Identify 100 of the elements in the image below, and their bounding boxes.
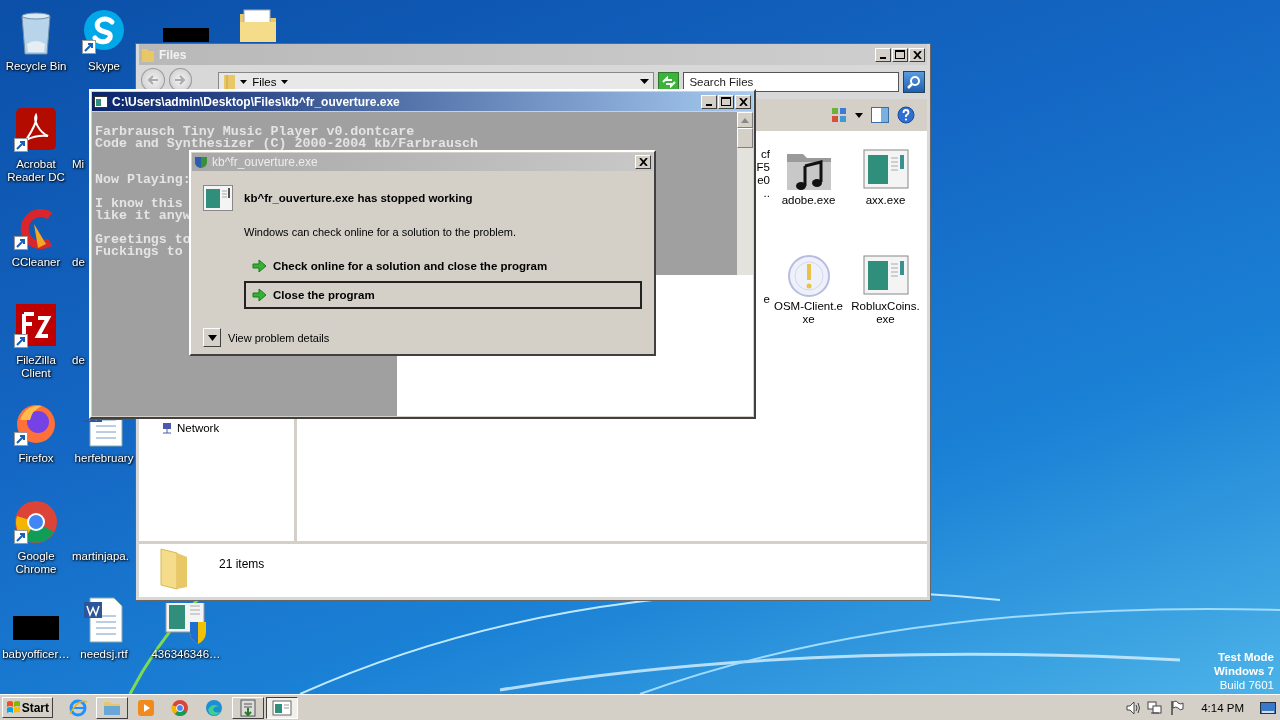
- caret-icon[interactable]: [240, 79, 248, 85]
- scroll-thumb[interactable]: [737, 128, 753, 148]
- window-title: C:\Users\admin\Desktop\Files\kb^fr_ouverture.exe: [112, 94, 401, 109]
- icon-label: babyofficer…: [2, 648, 70, 661]
- up-arrow-icon: [741, 117, 749, 123]
- caret-icon: [207, 334, 217, 341]
- preview-pane-icon: [871, 107, 889, 123]
- address-bar[interactable]: Files: [218, 72, 654, 92]
- icon-label: de: [71, 354, 85, 367]
- test-mode-text: Build 7601: [1219, 678, 1274, 692]
- icon-label: Firefox: [18, 452, 54, 465]
- forward-button[interactable]: [168, 68, 193, 92]
- error-message: Windows can check online for a solution to the problem.: [244, 226, 518, 238]
- command-link[interactable]: Check online for a solution and close the program: [244, 252, 642, 280]
- minimize-button[interactable]: [875, 47, 891, 62]
- speaker-icon[interactable]: [1125, 699, 1142, 716]
- window-title: kb^fr_ouverture.exe: [212, 155, 319, 169]
- icon-label: FileZilla Client: [15, 354, 57, 380]
- command-link[interactable]: Close the program: [244, 281, 642, 309]
- preview-pane-button[interactable]: [871, 107, 889, 123]
- close-icon: [912, 50, 922, 59]
- icon-label: Google Chrome: [14, 550, 58, 576]
- back-arrow-icon: [146, 75, 159, 85]
- maximize-button[interactable]: [718, 94, 734, 109]
- program-window-icon: [272, 697, 292, 718]
- window-title: Files: [159, 47, 188, 62]
- network-icon: [161, 422, 173, 434]
- icon-label: 436346346…: [151, 648, 221, 661]
- expand-button[interactable]: [203, 328, 221, 347]
- test-mode-text: Test Mode: [1218, 650, 1274, 664]
- caret-icon: [855, 112, 863, 118]
- scroll-up-button[interactable]: [737, 112, 753, 128]
- error-heading: kb^fr_ouverture.exe has stopped working: [244, 192, 473, 204]
- start-button[interactable]: Start: [2, 697, 53, 718]
- search-button[interactable]: [903, 71, 925, 93]
- icon-label: herfebruary: [74, 452, 134, 465]
- minimize-icon: [706, 103, 712, 106]
- windows-flag-icon: [6, 700, 20, 715]
- folder-icon: [141, 46, 155, 63]
- icon-label: needsj.rtf: [80, 648, 128, 661]
- edge-icon: [204, 697, 224, 718]
- close-button[interactable]: [909, 47, 925, 62]
- maximize-icon: [721, 97, 731, 106]
- search-field[interactable]: Search Files: [683, 72, 900, 92]
- maximize-icon: [895, 50, 905, 59]
- arrow-icon: [251, 258, 267, 274]
- console-line: Fuckings to: [95, 246, 183, 258]
- help-icon: [897, 106, 915, 124]
- back-button[interactable]: [141, 68, 165, 92]
- icon-label: Mi: [71, 158, 85, 171]
- file-label: cf F5 e0 ..: [756, 148, 770, 200]
- close-icon: [738, 97, 748, 106]
- view-menu-button[interactable]: [855, 112, 863, 118]
- shield-icon: [194, 155, 208, 169]
- network-icon[interactable]: [1147, 699, 1164, 716]
- icon-label: Acrobat Reader DC: [6, 158, 66, 184]
- minimize-icon: [880, 56, 886, 59]
- console-line: Now Playing:: [95, 174, 191, 186]
- internet-explorer-icon: [68, 697, 88, 718]
- clock[interactable]: 4:14 PM: [1201, 701, 1244, 714]
- icon-label: CCleaner: [11, 256, 61, 269]
- icon-label: Skype: [88, 60, 120, 73]
- nav-item[interactable]: Network: [161, 422, 220, 434]
- file-label: axx.exe: [865, 194, 906, 207]
- refresh-button[interactable]: [657, 72, 680, 92]
- minimize-button[interactable]: [701, 94, 717, 109]
- close-icon: [638, 158, 648, 166]
- item-count: 21 items: [219, 557, 265, 571]
- icon-label: de: [71, 256, 85, 269]
- flag-icon[interactable]: [1169, 699, 1186, 716]
- forward-arrow-icon: [174, 75, 187, 85]
- close-button[interactable]: [735, 94, 751, 109]
- caret-icon[interactable]: [281, 79, 289, 85]
- program-window-icon: [94, 95, 108, 108]
- icon-label: Recycle Bin: [5, 60, 67, 73]
- program-icon: [203, 185, 233, 211]
- show-desktop-icon[interactable]: [1260, 700, 1276, 715]
- console-line: Code and Synthesizer (C) 2000-2004 kb/Farbrausch: [95, 138, 478, 150]
- icon-label: martinjapa.: [71, 550, 129, 563]
- details-toggle[interactable]: View problem details: [228, 331, 330, 344]
- view-options-icon: [831, 107, 847, 123]
- file-label: adobe.exe: [781, 194, 836, 207]
- view-options-button[interactable]: [831, 107, 847, 123]
- console-line: Farbrausch Tiny Music Player v0.dontcare: [95, 126, 415, 138]
- folder-icon: [223, 74, 238, 90]
- chrome-icon[interactable]: [12, 498, 60, 546]
- arrow-icon: [251, 287, 267, 303]
- file-label: e: [763, 293, 770, 306]
- help-button[interactable]: [897, 106, 915, 124]
- file-label: RobluxCoins. exe: [851, 300, 920, 326]
- maximize-button[interactable]: [892, 47, 908, 62]
- console-line: I know this: [95, 198, 183, 210]
- search-icon: [907, 75, 922, 89]
- installer-icon: [238, 697, 258, 718]
- test-mode-text: Windows 7: [1214, 664, 1274, 678]
- file-label: OSM-Client.e xe: [774, 300, 843, 326]
- breadcrumb[interactable]: Files: [250, 76, 279, 88]
- taskbar-button[interactable]: [266, 696, 298, 719]
- dropdown-caret-icon[interactable]: [639, 79, 649, 85]
- close-button[interactable]: [635, 155, 651, 169]
